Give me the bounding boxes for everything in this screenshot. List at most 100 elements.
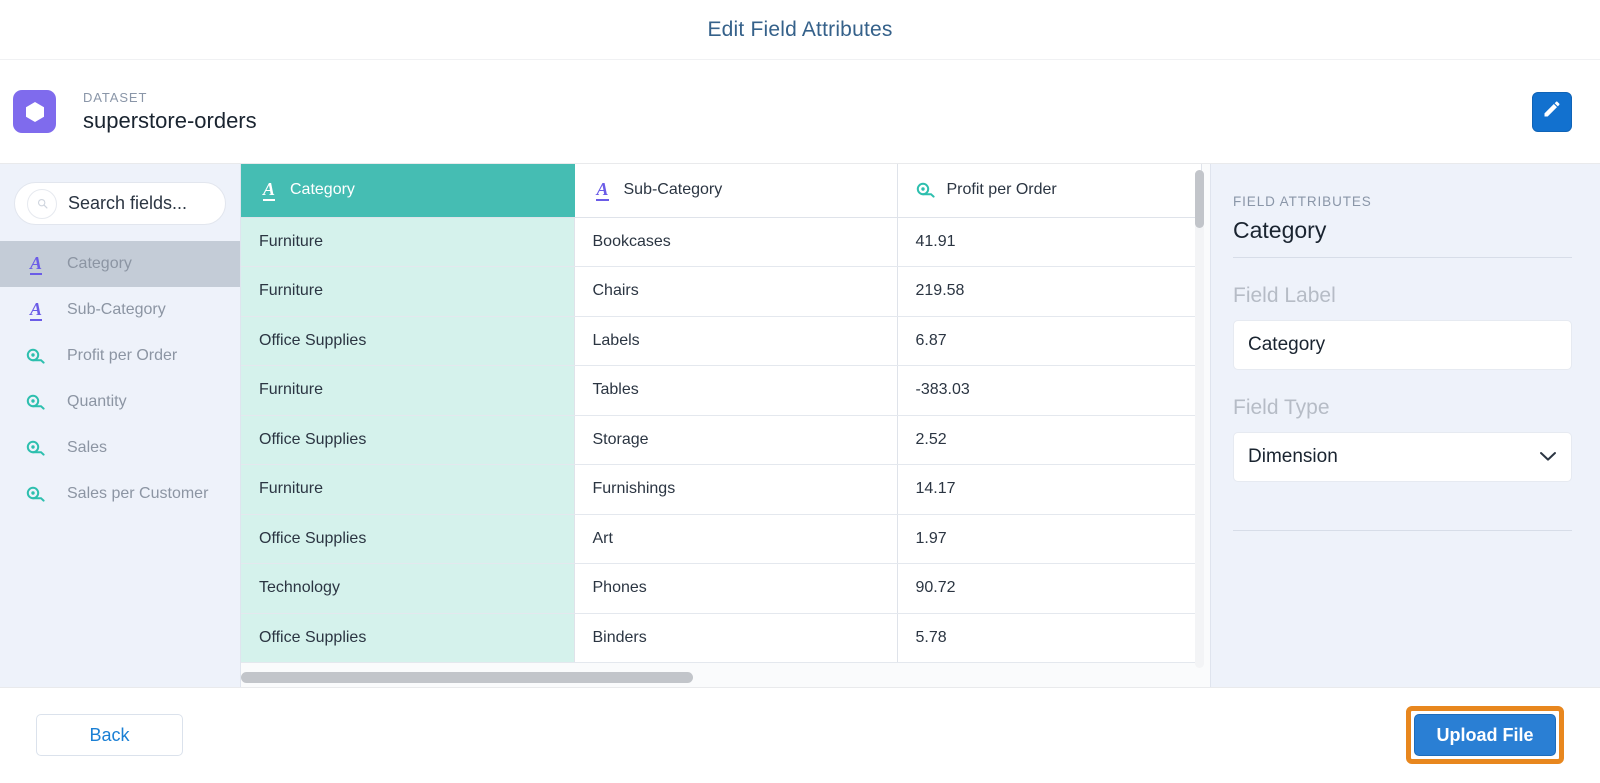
sidebar-item-label: Quantity [67,393,127,410]
table-cell: Furniture [241,365,575,416]
table-body: Furniture Bookcases 41.91 Furniture Chai… [241,217,1202,663]
table-cell: 6.87 [897,316,1202,366]
table-cell: Furnishings [574,464,898,515]
search-fields-placeholder: Search fields... [68,193,188,213]
table-cell: Art [574,514,898,564]
field-label-value: Category [1248,334,1326,355]
table-cell: 41.91 [897,217,1202,267]
measure-field-icon [26,346,46,366]
table-cell: Office Supplies [241,514,575,564]
field-attributes-name: Category [1233,217,1572,258]
field-attributes-panel: FIELD ATTRIBUTES Category Field Label Ca… [1210,164,1600,687]
edit-dataset-button[interactable] [1532,91,1572,132]
table-cell: Office Supplies [241,415,575,465]
table-cell: Binders [574,613,898,663]
column-header-category[interactable]: A Category [241,164,575,218]
field-list-panel: Search fields... A Category A Sub-Catego… [0,164,241,687]
search-fields-input[interactable]: Search fields... [14,182,226,225]
measure-field-icon [26,392,46,412]
dataset-header: DATASET superstore-orders [0,60,1600,164]
sidebar-item-label: Profit per Order [67,347,178,364]
column-header-profit-per-order[interactable]: Profit per Order [897,164,1202,218]
column-header-label: Profit per Order [946,181,1057,199]
preview-table: A Category A Sub-Category Profit per Ord… [241,164,1202,663]
field-label-input[interactable]: Category [1233,320,1572,370]
table-cell: Storage [574,415,898,465]
table-cell: -383.03 [897,365,1202,416]
field-label-heading: Field Label [1233,284,1336,307]
panel-divider [1233,530,1572,531]
table-vertical-scrollbar-thumb[interactable] [1195,170,1204,228]
sidebar-item-sales[interactable]: Sales [0,425,240,471]
table-cell: 2.52 [897,415,1202,465]
page-title: Edit Field Attributes [707,17,893,41]
upload-file-highlight: Upload File [1406,706,1564,764]
footer-actions: Back Upload File [0,687,1600,782]
pencil-icon [1542,99,1562,124]
table-vertical-scrollbar[interactable] [1195,170,1204,668]
table-horizontal-scrollbar-thumb[interactable] [241,672,693,683]
sidebar-item-profit-per-order[interactable]: Profit per Order [0,333,240,379]
measure-field-icon [26,438,46,458]
sidebar-item-sub-category[interactable]: A Sub-Category [0,287,240,333]
text-field-icon: A [29,252,42,275]
table-row[interactable]: Furniture Furnishings 14.17 [241,464,1202,515]
table-cell: Chairs [574,266,898,317]
table-row[interactable]: Office Supplies Storage 2.52 [241,415,1202,465]
text-field-icon: A [262,178,275,201]
measure-field-icon [26,484,46,504]
table-cell: Furniture [241,464,575,515]
edit-field-attributes-page: Edit Field Attributes DATASET superstore… [0,0,1600,783]
table-row[interactable]: Technology Phones 90.72 [241,563,1202,614]
back-button[interactable]: Back [36,714,183,756]
table-cell: 1.97 [897,514,1202,564]
sidebar-item-label: Category [67,255,132,272]
column-header-label: Category [290,181,355,199]
table-cell: Labels [574,316,898,366]
table-row[interactable]: Furniture Bookcases 41.91 [241,217,1202,267]
table-row[interactable]: Office Supplies Art 1.97 [241,514,1202,564]
table-horizontal-scrollbar[interactable] [241,672,1201,683]
upload-file-button[interactable]: Upload File [1414,714,1556,756]
sidebar-item-label: Sales [67,439,108,456]
sidebar-item-label: Sales per Customer [67,485,209,502]
column-header-label: Sub-Category [623,181,723,199]
text-field-icon: A [29,298,42,321]
table-row[interactable]: Furniture Chairs 219.58 [241,266,1202,317]
table-cell: Tables [574,365,898,416]
field-type-value: Dimension [1248,446,1338,467]
dataset-hexagon-icon [13,90,56,133]
table-cell: 14.17 [897,464,1202,515]
field-attributes-kicker: FIELD ATTRIBUTES [1233,194,1372,209]
table-cell: 219.58 [897,266,1202,317]
window-titlebar: Edit Field Attributes [0,0,1600,60]
dataset-text: DATASET superstore-orders [83,90,257,134]
search-icon [27,188,57,219]
table-cell: Office Supplies [241,613,575,663]
table-cell: Furniture [241,217,575,267]
sidebar-item-sales-per-customer[interactable]: Sales per Customer [0,471,240,517]
table-header-row: A Category A Sub-Category Profit per Ord… [241,164,1202,218]
table-cell: Technology [241,563,575,614]
main-body: Search fields... A Category A Sub-Catego… [0,164,1600,687]
sidebar-item-label: Sub-Category [67,301,166,318]
sidebar-item-quantity[interactable]: Quantity [0,379,240,425]
table-cell: 90.72 [897,563,1202,614]
measure-field-icon [916,180,936,200]
table-row[interactable]: Office Supplies Labels 6.87 [241,316,1202,366]
field-type-select[interactable]: Dimension [1233,432,1572,482]
text-field-icon: A [596,178,609,201]
dataset-name: superstore-orders [83,107,257,133]
table-cell: Phones [574,563,898,614]
table-cell: Bookcases [574,217,898,267]
table-cell: Furniture [241,266,575,317]
data-preview-table: A Category A Sub-Category Profit per Ord… [241,164,1210,687]
table-cell: Office Supplies [241,316,575,366]
table-row[interactable]: Furniture Tables -383.03 [241,365,1202,416]
column-header-sub-category[interactable]: A Sub-Category [574,164,898,218]
field-type-heading: Field Type [1233,396,1330,419]
table-row[interactable]: Office Supplies Binders 5.78 [241,613,1202,663]
table-cell: 5.78 [897,613,1202,663]
dataset-kicker: DATASET [83,89,148,105]
sidebar-item-category[interactable]: A Category [0,241,240,287]
